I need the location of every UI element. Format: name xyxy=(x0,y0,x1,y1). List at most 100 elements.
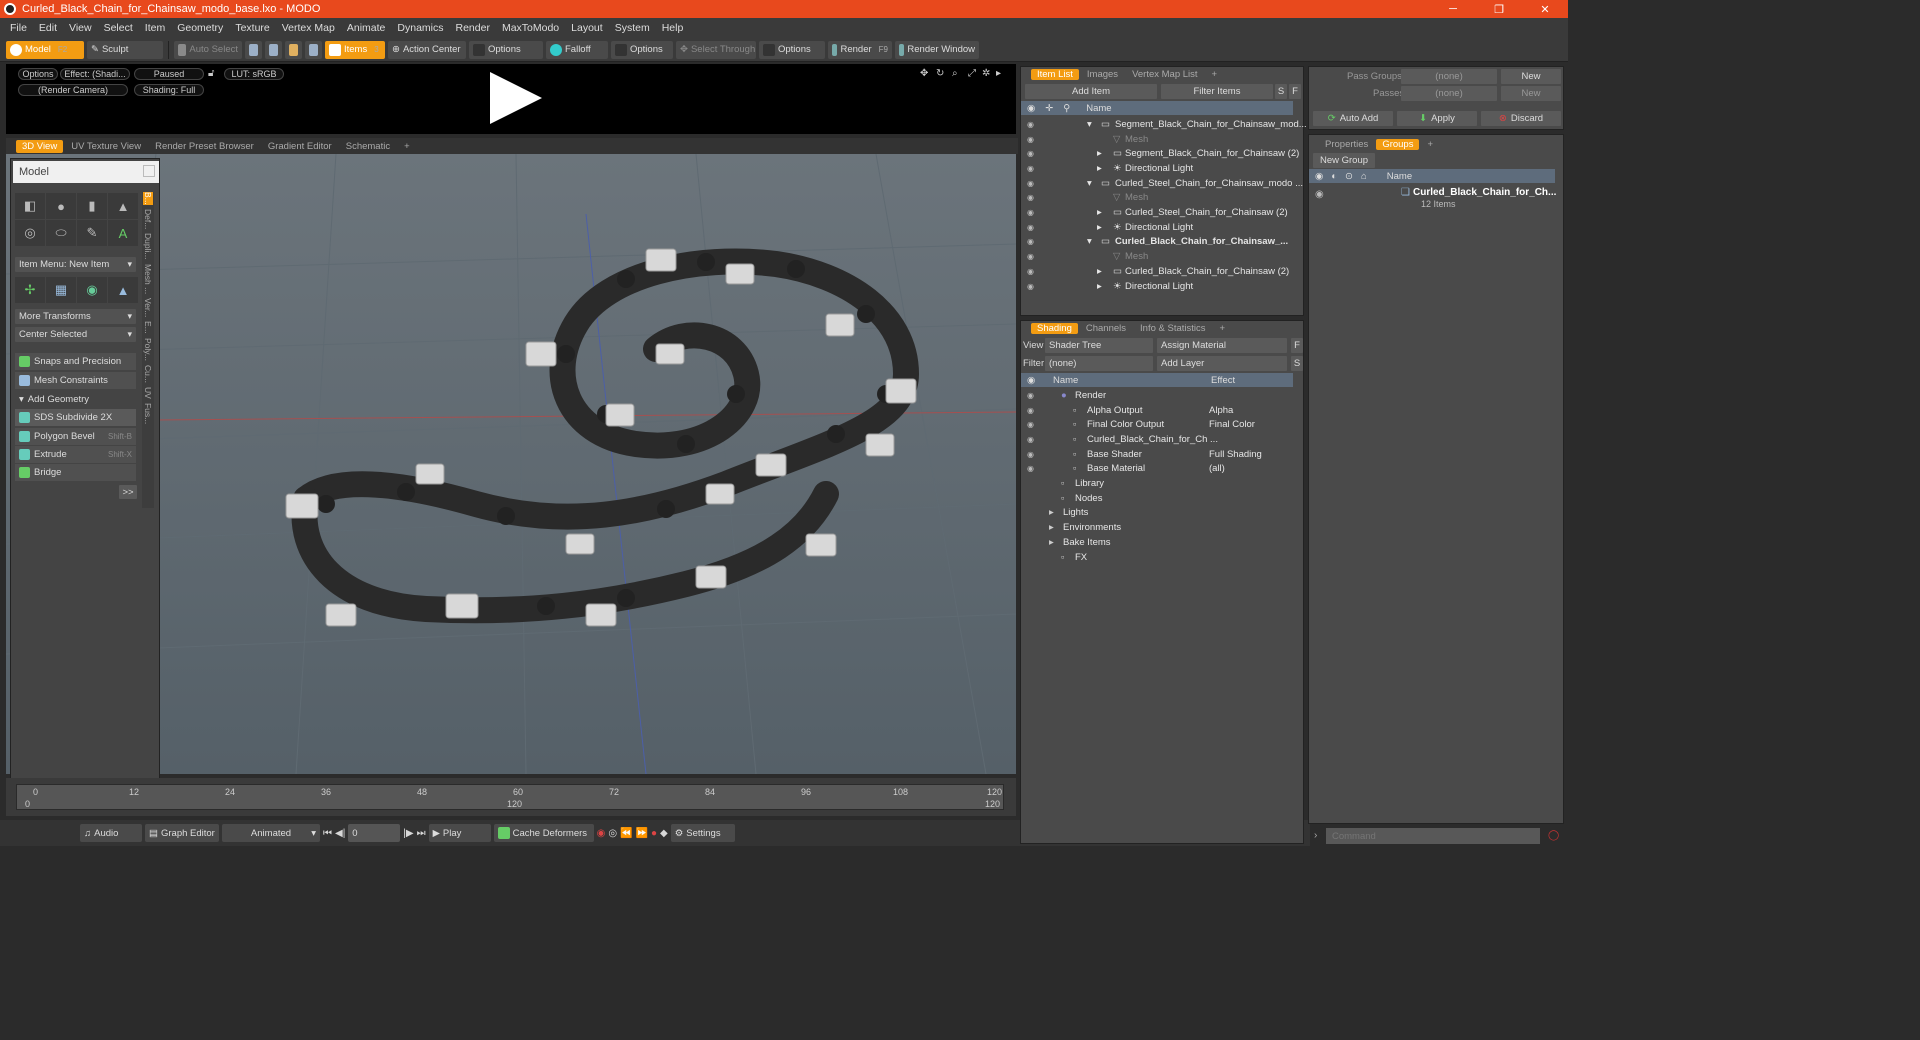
maximize-button[interactable]: ❐ xyxy=(1476,0,1522,18)
expand-arrow-icon[interactable]: ▸ xyxy=(1097,222,1102,233)
polygon-bevel-button[interactable]: Polygon Bevel Shift-B xyxy=(15,428,136,445)
filter-toggle-button[interactable]: F xyxy=(1289,84,1301,99)
visibility-eye-icon[interactable]: ◉ xyxy=(1027,391,1037,400)
graph-editor-button[interactable]: ▤ Graph Editor xyxy=(145,824,219,842)
shader-row[interactable]: ◉ ● Render xyxy=(1021,388,1293,403)
menu-maxtomodo[interactable]: MaxToModo xyxy=(496,22,565,34)
play-preview-icon[interactable] xyxy=(490,72,542,124)
menu-select[interactable]: Select xyxy=(98,22,139,34)
select-through-button[interactable]: ✥ Select Through xyxy=(676,40,756,59)
capsule-tool-button[interactable]: ⬭ xyxy=(46,220,76,246)
view-dropdown[interactable]: Shader Tree xyxy=(1045,338,1153,353)
visibility-eye-icon[interactable]: ◉ xyxy=(1027,267,1037,276)
add-tab-button[interactable]: + xyxy=(1214,323,1232,334)
discard-button[interactable]: ⊗ Discard xyxy=(1481,111,1561,126)
effect-dropdown[interactable]: Final Color xyxy=(1209,419,1255,430)
expand-arrow-icon[interactable]: ▾ xyxy=(1087,119,1092,130)
assign-material-button[interactable]: Assign Material xyxy=(1157,338,1287,353)
range-start[interactable]: 0 xyxy=(25,799,30,809)
shader-row[interactable]: ▫ FX xyxy=(1021,550,1293,565)
side-tab-fusion[interactable]: Fus... xyxy=(143,403,153,424)
new-pass-button[interactable]: New xyxy=(1501,86,1561,101)
range-mid[interactable]: 120 xyxy=(507,799,522,809)
prev-key-icon[interactable]: ◀| xyxy=(335,828,345,839)
falloff-button[interactable]: Falloff xyxy=(546,40,608,59)
materials-mode-button[interactable] xyxy=(305,40,322,59)
item-menu-dropdown[interactable]: Item Menu: New Item xyxy=(15,257,136,272)
visibility-eye-icon[interactable]: ◉ xyxy=(1027,179,1037,188)
add-tab-button[interactable]: + xyxy=(398,140,416,153)
falloff-options-button[interactable]: Options xyxy=(611,40,673,59)
visibility-eye-icon[interactable]: ◉ xyxy=(1027,435,1037,444)
expand-arrow-icon[interactable]: ▸ xyxy=(1097,281,1102,292)
add-item-dropdown[interactable]: Add Item xyxy=(1025,84,1157,99)
zoom-icon[interactable]: ⌕ xyxy=(952,68,958,79)
shader-row[interactable]: ◉ ▫ Base Shader Full Shading xyxy=(1021,447,1293,462)
shader-row[interactable]: ◉ ▫ Curled_Black_Chain_for_Ch ... xyxy=(1021,432,1293,447)
snaps-precision-button[interactable]: Snaps and Precision xyxy=(15,353,136,370)
tab-uv-texture-view[interactable]: UV Texture View xyxy=(65,140,147,153)
settings-icon[interactable]: ✲ xyxy=(982,68,990,79)
item-row[interactable]: ◉ ▸ ▭ Curled_Steel_Chain_for_Chainsaw (2) xyxy=(1021,205,1293,220)
new-group-button[interactable]: New Group xyxy=(1313,153,1375,168)
menu-item[interactable]: Item xyxy=(139,22,171,34)
add-layer-dropdown[interactable]: Add Layer xyxy=(1157,356,1287,371)
menu-dynamics[interactable]: Dynamics xyxy=(391,22,449,34)
key-next-icon[interactable]: ⏩ xyxy=(636,828,648,839)
menu-geometry[interactable]: Geometry xyxy=(171,22,229,34)
item-row[interactable]: ◉ ▸ ☀ Directional Light xyxy=(1021,220,1293,235)
group-row[interactable]: ◉ ❏ Curled_Black_Chain_for_Ch... 12 Item… xyxy=(1309,185,1556,211)
key-prev-icon[interactable]: ⏪ xyxy=(620,828,632,839)
lock-icon[interactable]: 🔓︎ xyxy=(208,68,214,79)
record-key-icon[interactable]: ◉ xyxy=(597,828,606,839)
cylinder-tool-button[interactable]: ▮ xyxy=(77,193,107,219)
action-center-options-button[interactable]: Options xyxy=(469,40,543,59)
filter-items-input[interactable]: Filter Items xyxy=(1161,84,1273,99)
render-button[interactable]: Render F9 xyxy=(828,40,892,59)
tab-gradient-editor[interactable]: Gradient Editor xyxy=(262,140,338,153)
shader-row[interactable]: ▫ Nodes xyxy=(1021,491,1293,506)
add-tab-button[interactable]: + xyxy=(1206,69,1224,80)
visibility-eye-icon[interactable]: ◉ xyxy=(1027,282,1037,291)
command-error-icon[interactable]: ◯ xyxy=(1548,830,1559,841)
mesh-constraints-button[interactable]: Mesh Constraints xyxy=(15,372,136,389)
shader-row[interactable]: ▸ Lights xyxy=(1021,506,1293,521)
apply-button[interactable]: ⬇ Apply xyxy=(1397,111,1477,126)
lut-dropdown[interactable]: LUT: sRGB xyxy=(224,68,284,80)
new-pass-group-button[interactable]: New xyxy=(1501,69,1561,84)
add-tab-button[interactable]: + xyxy=(1421,139,1439,150)
command-input[interactable] xyxy=(1326,828,1540,844)
grid-tool-button[interactable]: ▦ xyxy=(46,277,76,303)
menu-animate[interactable]: Animate xyxy=(341,22,392,34)
tab-info-statistics[interactable]: Info & Statistics xyxy=(1134,323,1211,334)
items-mode-button[interactable]: Items 3 xyxy=(325,40,385,59)
side-tab-uv[interactable]: UV xyxy=(143,387,153,399)
render-window-button[interactable]: Render Window xyxy=(895,40,979,59)
item-row[interactable]: ◉ ▸ ☀ Directional Light xyxy=(1021,161,1293,176)
auto-key-icon[interactable]: ◎ xyxy=(608,828,617,839)
sds-subdivide-button[interactable]: SDS Subdivide 2X xyxy=(15,409,136,426)
visibility-eye-icon[interactable]: ◉ xyxy=(1027,450,1037,459)
tab-render-preset-browser[interactable]: Render Preset Browser xyxy=(149,140,260,153)
arrow-right-icon[interactable]: ▸ xyxy=(996,68,1001,79)
tab-shading[interactable]: Shading xyxy=(1031,322,1078,334)
effect-dropdown[interactable]: Alpha xyxy=(1209,405,1233,416)
auto-add-button[interactable]: ⟳ Auto Add xyxy=(1313,111,1393,126)
last-frame-icon[interactable]: ⏭ xyxy=(417,828,426,839)
torus-tool-button[interactable]: ◎ xyxy=(15,220,45,246)
fit-view-icon[interactable]: ⤢ xyxy=(968,68,976,79)
settings-button[interactable]: ⚙ Settings xyxy=(670,824,735,842)
tab-channels[interactable]: Channels xyxy=(1080,323,1132,334)
expand-arrow-icon[interactable]: ▸ xyxy=(1097,148,1102,159)
visibility-eye-icon[interactable]: ◉ xyxy=(1027,208,1037,217)
visibility-eye-icon[interactable]: ◉ xyxy=(1027,406,1037,415)
shader-row[interactable]: ◉ ▫ Alpha Output Alpha xyxy=(1021,403,1293,418)
action-center-button[interactable]: ⊕ Action Center xyxy=(388,40,466,59)
effect-dropdown[interactable]: (all) xyxy=(1209,463,1225,474)
search-toggle-button[interactable]: S xyxy=(1275,84,1287,99)
cone-tool-button[interactable]: ▲ xyxy=(108,193,138,219)
extrude-button[interactable]: Extrude Shift-X xyxy=(15,446,136,463)
effect-dropdown[interactable]: Full Shading xyxy=(1209,449,1262,460)
item-row[interactable]: ◉ ▾ ▭ Curled_Steel_Chain_for_Chainsaw_modo … xyxy=(1021,176,1303,191)
tab-3d-view[interactable]: 3D View xyxy=(16,139,64,153)
